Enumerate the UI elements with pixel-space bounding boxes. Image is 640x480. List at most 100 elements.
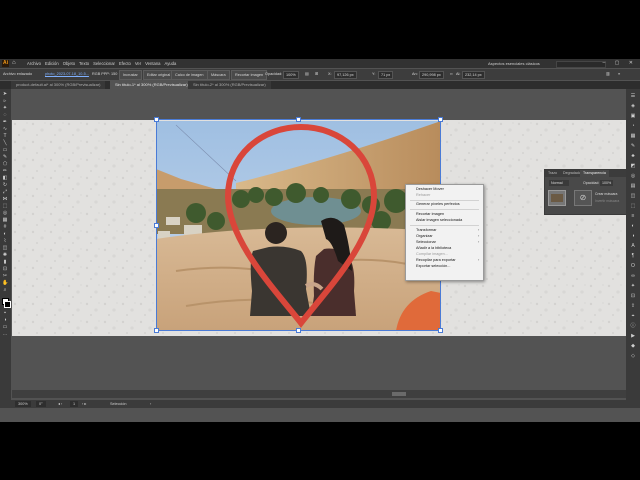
placed-photo[interactable] — [156, 121, 441, 331]
links-icon[interactable]: ∞ — [630, 273, 636, 279]
opentype-icon[interactable]: O — [630, 263, 636, 269]
context-item-transform[interactable]: Transformar › — [416, 228, 479, 233]
edit-original-button[interactable]: Editar original — [143, 70, 175, 80]
libraries-icon[interactable]: ▣ — [630, 113, 636, 119]
tab-product-default[interactable]: product-default.ai* al 300% (RGB/Previsu… — [11, 81, 106, 89]
swatches-icon[interactable]: ▦ — [630, 133, 636, 139]
slice-tool-icon[interactable]: ✂ — [2, 274, 8, 279]
menu-edicion[interactable]: Edición — [45, 59, 59, 68]
artboard-tool-icon[interactable]: ⊡ — [2, 267, 8, 272]
search-field[interactable] — [556, 61, 606, 68]
h-field[interactable]: 232,14 px — [462, 71, 485, 79]
context-item-undo-move[interactable]: Deshacer Mover — [416, 187, 444, 192]
eraser-tool-icon[interactable]: ◧ — [2, 176, 8, 181]
artboards-icon[interactable]: ⊡ — [630, 293, 636, 299]
window-controls[interactable]: – ▢ ✕ — [603, 60, 637, 66]
tab-sin-titulo-1[interactable]: Sin título-1* al 300% (RGB/Previsualizar… — [110, 81, 193, 89]
status-menu-icon[interactable]: › — [150, 401, 151, 407]
direct-selection-tool-icon[interactable]: ▹ — [2, 99, 8, 104]
blend-mode-select[interactable]: Normal — [549, 180, 569, 186]
more-options-icon[interactable]: ≡ — [618, 71, 620, 77]
rectangle-tool-icon[interactable]: ▭ — [2, 148, 8, 153]
thumbnail-image[interactable] — [548, 190, 566, 206]
context-item-export-selection[interactable]: Exportar selección... — [416, 264, 450, 269]
menu-texto[interactable]: Texto — [79, 59, 89, 68]
menu-ver[interactable]: Ver — [135, 59, 141, 68]
crop-image-button[interactable]: Recortar imagen — [231, 70, 268, 80]
type-tool-icon[interactable]: T — [2, 134, 8, 139]
menu-efecto[interactable]: Efecto — [119, 59, 131, 68]
panel-opacity-field[interactable]: 100% — [600, 180, 614, 186]
graphic-styles-icon[interactable]: ◩ — [630, 163, 636, 169]
paintbrush-tool-icon[interactable]: ✎ — [2, 155, 8, 160]
transparency-icon[interactable]: ◑ — [630, 233, 636, 239]
panel-menu-icon[interactable]: ▥ — [606, 71, 610, 77]
brushes-icon[interactable]: ✎ — [630, 143, 636, 149]
rotation-field[interactable]: 0° — [36, 401, 46, 407]
menu-seleccionar[interactable]: Seleccionar — [93, 59, 115, 68]
width-tool-icon[interactable]: ⋈ — [2, 197, 8, 202]
artboard-nav-icon[interactable]: ◂ ‹ — [58, 401, 62, 407]
paragraph-icon[interactable]: ¶ — [630, 253, 636, 259]
rotate-tool-icon[interactable]: ↻ — [2, 183, 8, 188]
appearance-icon[interactable]: ◎ — [630, 173, 636, 179]
color-icon[interactable]: ◔ — [630, 123, 636, 129]
blend-tool-icon[interactable]: ◫ — [2, 246, 8, 251]
fill-stroke-swatch-icon[interactable] — [2, 298, 11, 308]
curvature-tool-icon[interactable]: ∿ — [2, 127, 8, 132]
gradient-icon[interactable]: ◐ — [630, 223, 636, 229]
info-icon[interactable]: ⓘ — [630, 323, 636, 329]
context-item-arrange[interactable]: Organizar › — [416, 234, 479, 239]
tab-transparency[interactable]: Transparencia — [580, 170, 609, 177]
image-trace-button[interactable]: Calco de imagen — [171, 70, 208, 80]
context-item-collect-for-export[interactable]: Recopilar para exportar › — [416, 258, 479, 263]
line-tool-icon[interactable]: ╲ — [2, 141, 8, 146]
x-field[interactable]: 97,126 px — [334, 71, 357, 79]
artboard-nav-next-icon[interactable]: › ▸ — [82, 401, 86, 407]
pen-tool-icon[interactable]: ✒ — [2, 120, 8, 125]
context-item-add-to-library[interactable]: Añadir a la biblioteca — [416, 246, 451, 251]
pencil-tool-icon[interactable]: ✏ — [2, 169, 8, 174]
workspace-switcher[interactable]: Aspectos esenciales clásicos — [488, 61, 540, 66]
zoom-tool-icon[interactable]: ⌕ — [2, 288, 8, 293]
linked-file-name[interactable]: photo_2023-07-18_10-5... — [45, 71, 89, 77]
cc-libraries-icon[interactable]: ◆ — [630, 343, 636, 349]
transform-icon[interactable]: ⬚ — [630, 203, 636, 209]
tab-stroke[interactable]: Trazo — [545, 170, 560, 177]
selection-tool-icon[interactable]: ➤ — [2, 92, 8, 97]
grid-icon[interactable]: ⊞ — [315, 71, 318, 77]
character-icon[interactable]: A — [630, 243, 636, 249]
artboard-number[interactable]: 1 — [70, 401, 79, 407]
color-mode-icon[interactable]: ▪ — [2, 311, 8, 316]
shaper-tool-icon[interactable]: ⬠ — [2, 162, 8, 167]
eyedropper-tool-icon[interactable]: ⌇ — [2, 239, 8, 244]
make-mask-label[interactable]: Crear máscara — [595, 192, 617, 196]
hand-tool-icon[interactable]: ✋ — [2, 281, 8, 286]
lasso-tool-icon[interactable]: ◌ — [2, 113, 8, 118]
opacity-field[interactable]: 100% — [283, 71, 299, 79]
y-field[interactable]: 71 px — [378, 71, 394, 79]
pathfinder-icon[interactable]: ◫ — [630, 193, 636, 199]
context-item-isolate-image[interactable]: Aislar imagen seleccionada — [416, 218, 462, 223]
edit-toolbar-icon[interactable]: ⋯ — [2, 333, 8, 338]
stroke-icon[interactable]: ≡ — [630, 213, 636, 219]
navigator-icon[interactable]: ⌖ — [630, 313, 636, 319]
magic-wand-tool-icon[interactable]: ✦ — [2, 106, 8, 111]
menu-ventana[interactable]: Ventana — [145, 59, 160, 68]
graph-tool-icon[interactable]: ▮ — [2, 260, 8, 265]
scale-tool-icon[interactable]: ⤢ — [2, 190, 8, 195]
context-item-select[interactable]: Seleccionar › — [416, 240, 479, 245]
image-trace-panel-icon[interactable]: ✦ — [630, 283, 636, 289]
screen-mode-icon[interactable]: ▭ — [2, 325, 8, 330]
menu-objeto[interactable]: Objeto — [63, 59, 75, 68]
context-item-crop-image[interactable]: Recortar imagen — [416, 212, 444, 217]
symbols-icon[interactable]: ♣ — [630, 153, 636, 159]
menu-ayuda[interactable]: Ayuda — [165, 59, 177, 68]
align-icon[interactable]: ▤ — [305, 71, 309, 77]
actions-icon[interactable]: ▶ — [630, 333, 636, 339]
mask-placeholder-icon[interactable]: ⊘ — [574, 190, 592, 206]
align-panel-icon[interactable]: ▤ — [630, 183, 636, 189]
mesh-tool-icon[interactable]: # — [2, 225, 8, 230]
w-field[interactable]: 290,998 px — [419, 71, 444, 79]
perspective-grid-tool-icon[interactable]: ▦ — [2, 218, 8, 223]
